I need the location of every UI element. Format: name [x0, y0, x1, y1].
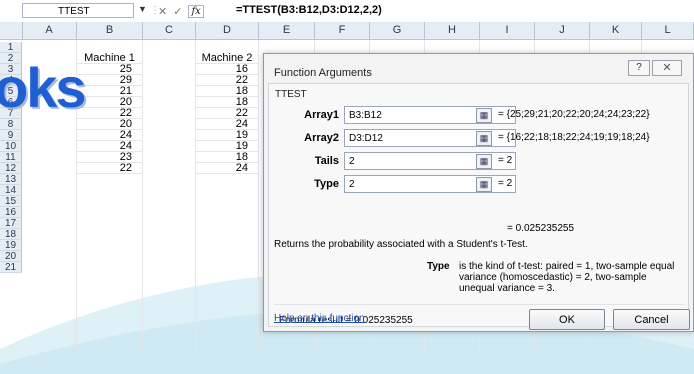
- column-header-c[interactable]: C: [143, 22, 196, 39]
- cell-d10[interactable]: 19: [196, 141, 259, 152]
- arg-label: Type: [314, 178, 339, 190]
- overall-result: = 0.025235255: [507, 223, 575, 234]
- collapse-dialog-icon[interactable]: ▦: [476, 131, 492, 146]
- arg-result: = {25;29;21;20;22;20;24;24;23;22}: [498, 109, 650, 120]
- column-header-e[interactable]: E: [259, 22, 315, 39]
- arg-row-tails: Tails 2 ▦ = 2: [269, 152, 690, 170]
- cell-d5[interactable]: 18: [196, 86, 259, 97]
- column-header-a[interactable]: A: [22, 22, 77, 39]
- help-button[interactable]: ?: [628, 60, 650, 76]
- row-header[interactable]: 13: [0, 174, 22, 185]
- arg-label: Tails: [314, 155, 339, 167]
- collapse-dialog-icon[interactable]: ▦: [476, 177, 492, 192]
- cell-b2[interactable]: Machine 1: [77, 53, 143, 64]
- close-button[interactable]: ✕: [652, 60, 682, 76]
- row-header[interactable]: 16: [0, 207, 22, 218]
- arg-help-label: Type: [427, 261, 450, 272]
- cell-d6[interactable]: 18: [196, 97, 259, 108]
- row-header[interactable]: 9: [0, 130, 22, 141]
- column-header-f[interactable]: F: [315, 22, 370, 39]
- arg-label: Array2: [304, 132, 339, 144]
- cell-b12[interactable]: 22: [77, 163, 143, 174]
- enter-icon[interactable]: ✓: [173, 5, 182, 18]
- formula-bar-separator: ⋮: [150, 5, 160, 16]
- function-name: TTEST: [275, 89, 307, 100]
- divider: [274, 304, 684, 305]
- cell-b10[interactable]: 24: [77, 141, 143, 152]
- column-header-l[interactable]: L: [642, 22, 694, 39]
- gridline: [195, 40, 196, 352]
- cell-b6[interactable]: 20: [77, 97, 143, 108]
- arg-result: = {16;22;18;18;22;24;19;19;18;24}: [498, 132, 650, 143]
- arg-row-array1: Array1 B3:B12 ▦ = {25;29;21;20;22;20;24;…: [269, 106, 690, 124]
- row-header[interactable]: 12: [0, 163, 22, 174]
- function-arguments-dialog: Function Arguments ? ✕ TTEST Array1 B3:B…: [263, 53, 694, 332]
- row-header[interactable]: 17: [0, 218, 22, 229]
- function-description: Returns the probability associated with …: [274, 239, 528, 250]
- formula-bar: TTEST ▼ ⋮ ✕ ✓ fx =TTEST(B3:B12,D3:D12,2,…: [0, 0, 694, 23]
- column-header-i[interactable]: I: [480, 22, 535, 39]
- row-header[interactable]: 18: [0, 229, 22, 240]
- row-header[interactable]: 19: [0, 240, 22, 251]
- row-header[interactable]: 10: [0, 141, 22, 152]
- cell-b4[interactable]: 29: [77, 75, 143, 86]
- collapse-dialog-icon[interactable]: ▦: [476, 108, 492, 123]
- arg-row-array2: Array2 D3:D12 ▦ = {16;22;18;18;22;24;19;…: [269, 129, 690, 147]
- select-all-corner[interactable]: [0, 22, 23, 39]
- column-header-h[interactable]: H: [425, 22, 480, 39]
- dialog-body: TTEST Array1 B3:B12 ▦ = {25;29;21;20;22;…: [268, 83, 689, 327]
- dialog-title: Function Arguments: [274, 67, 372, 79]
- cell-d7[interactable]: 22: [196, 108, 259, 119]
- cell-b11[interactable]: 23: [77, 152, 143, 163]
- arg-row-type: Type 2 ▦ = 2: [269, 175, 690, 193]
- column-header-j[interactable]: J: [535, 22, 590, 39]
- column-header-b[interactable]: B: [77, 22, 143, 39]
- column-headers: ABCDEFGHIJKL: [0, 22, 694, 40]
- watermark-text: oks: [0, 56, 86, 119]
- gridline: [258, 40, 259, 352]
- column-header-d[interactable]: D: [196, 22, 259, 39]
- cell-d2[interactable]: Machine 2: [196, 53, 259, 64]
- row-header[interactable]: 14: [0, 185, 22, 196]
- cell-b3[interactable]: 25: [77, 64, 143, 75]
- cell-b8[interactable]: 20: [77, 119, 143, 130]
- insert-function-icon[interactable]: fx: [188, 4, 204, 18]
- column-header-k[interactable]: K: [590, 22, 642, 39]
- row-header[interactable]: 15: [0, 196, 22, 207]
- row-header[interactable]: 8: [0, 119, 22, 130]
- cell-d4[interactable]: 22: [196, 75, 259, 86]
- cell-d12[interactable]: 24: [196, 163, 259, 174]
- cancel-button[interactable]: Cancel: [613, 309, 690, 330]
- ok-button[interactable]: OK: [529, 309, 605, 330]
- collapse-dialog-icon[interactable]: ▦: [476, 154, 492, 169]
- cell-b7[interactable]: 22: [77, 108, 143, 119]
- chevron-down-icon[interactable]: ▼: [138, 4, 147, 14]
- row-header[interactable]: 1: [0, 42, 22, 53]
- cell-d11[interactable]: 18: [196, 152, 259, 163]
- cell-d3[interactable]: 16: [196, 64, 259, 75]
- help-link[interactable]: Help on this function: [274, 313, 365, 324]
- cell-d9[interactable]: 19: [196, 130, 259, 141]
- arg-result: = 2: [498, 178, 513, 189]
- formula-input[interactable]: =TTEST(B3:B12,D3:D12,2,2): [236, 3, 694, 18]
- cancel-icon[interactable]: ✕: [158, 5, 167, 18]
- cell-d8[interactable]: 24: [196, 119, 259, 130]
- gridline: [142, 40, 143, 352]
- name-box[interactable]: TTEST: [22, 3, 134, 18]
- arg-label: Array1: [304, 109, 339, 121]
- arg-help-text: is the kind of t-test: paired = 1, two-s…: [459, 261, 675, 294]
- column-header-g[interactable]: G: [370, 22, 425, 39]
- row-header[interactable]: 11: [0, 152, 22, 163]
- arg-result: = 2: [498, 155, 513, 166]
- cell-b5[interactable]: 21: [77, 86, 143, 97]
- cell-b9[interactable]: 24: [77, 130, 143, 141]
